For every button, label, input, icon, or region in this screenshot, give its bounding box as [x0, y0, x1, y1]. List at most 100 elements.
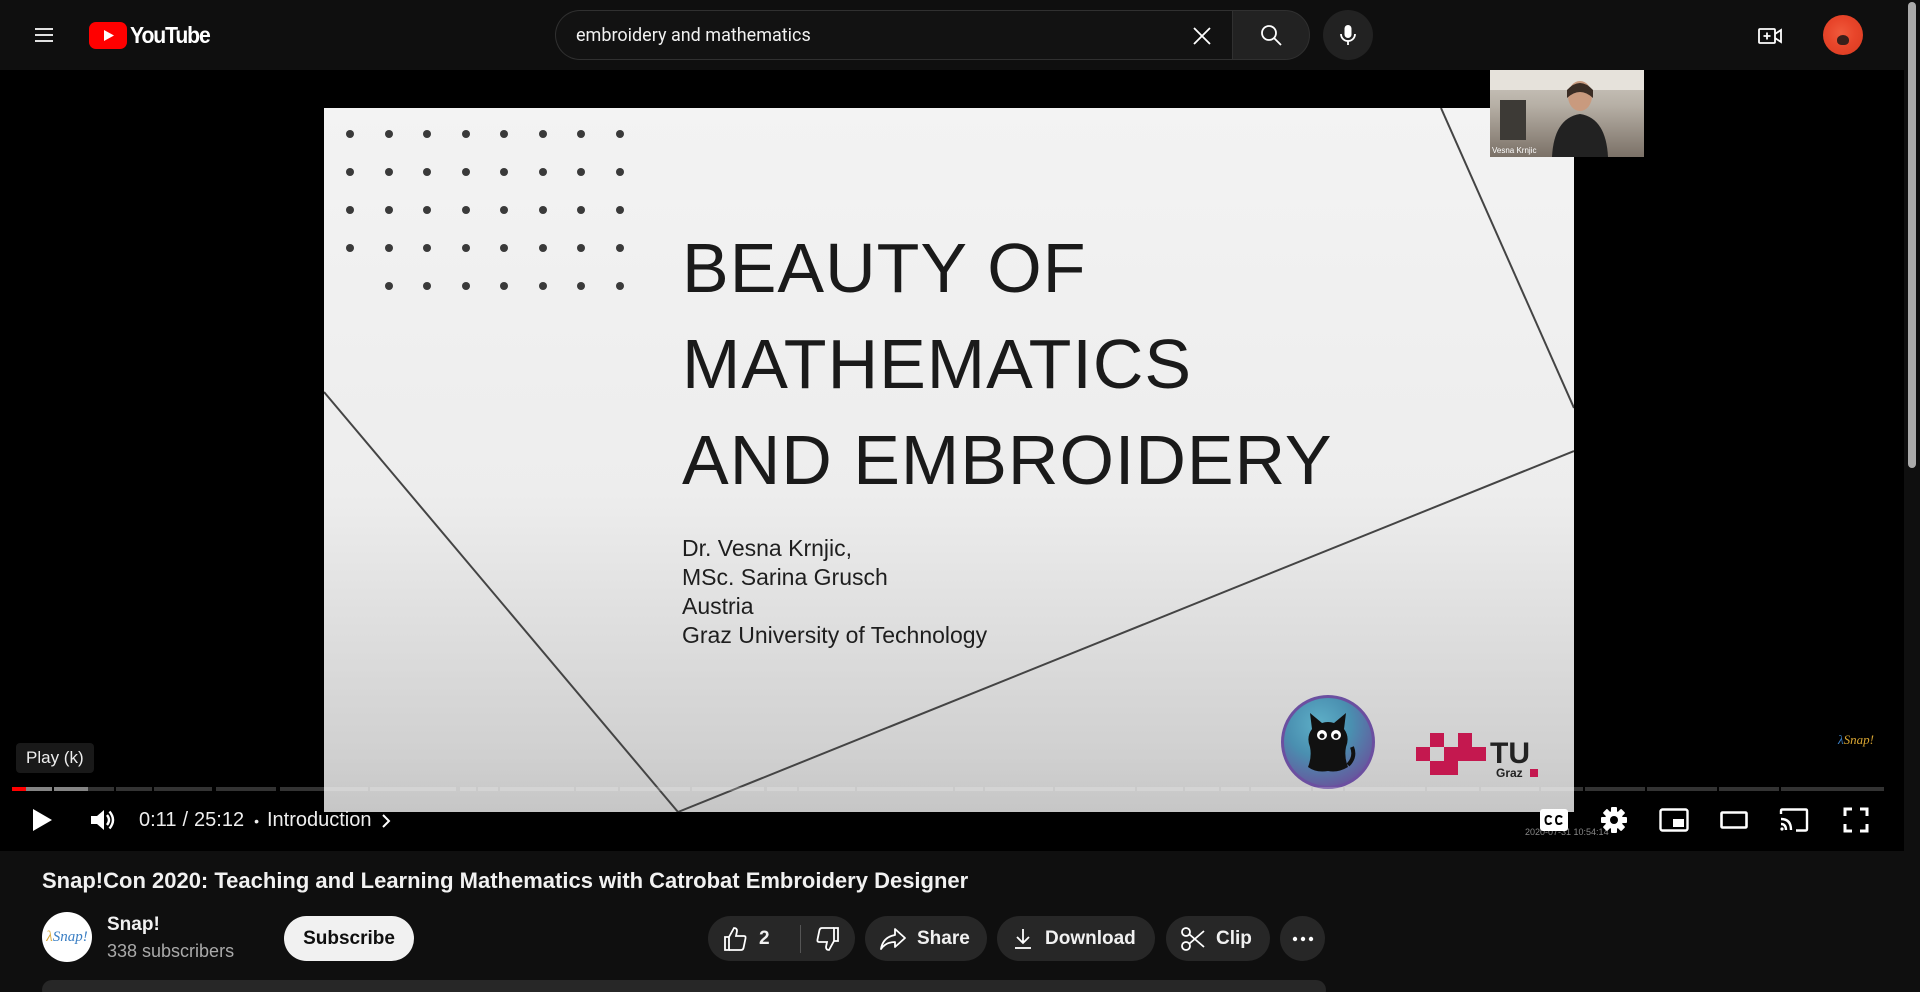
description-box[interactable]	[42, 980, 1326, 992]
slide-dot	[538, 168, 547, 176]
thumbs-up-icon	[724, 926, 747, 951]
account-avatar[interactable]	[1823, 15, 1863, 55]
youtube-logo[interactable]: YouTube	[89, 21, 217, 49]
progress-chapter-segment[interactable]	[478, 787, 498, 791]
progress-chapter-segment[interactable]	[955, 787, 983, 791]
slide-title: BEAUTY OF MATHEMATICS AND EMBROIDERY	[682, 220, 1333, 508]
progress-chapter-segment[interactable]	[116, 787, 152, 791]
progress-chapter-segment[interactable]	[767, 787, 797, 791]
progress-chapter-segment[interactable]	[1185, 787, 1219, 791]
slide-dot	[615, 244, 624, 252]
gear-icon	[1601, 807, 1627, 833]
channel-name[interactable]: Snap!	[107, 914, 160, 936]
progress-chapter-segment[interactable]	[216, 787, 276, 791]
tu-graz-logo: TU Graz	[1416, 733, 1538, 780]
voice-search-button[interactable]	[1323, 10, 1373, 60]
channel-avatar[interactable]: λ Snap!	[42, 912, 92, 962]
scrollbar-thumb[interactable]	[1908, 2, 1916, 468]
settings-button[interactable]	[1590, 796, 1638, 844]
slide-dot	[461, 244, 470, 252]
slide-dot	[346, 130, 354, 138]
player-controls: 0:11 / 25:12 • Introduction	[0, 796, 1904, 844]
progress-chapter-segment[interactable]	[154, 787, 212, 791]
subscribe-button[interactable]: Subscribe	[284, 916, 414, 961]
chapter-title-button[interactable]: Introduction	[267, 809, 372, 832]
guide-menu-button[interactable]	[24, 15, 64, 55]
slide-dot	[577, 206, 585, 214]
video-player[interactable]: BEAUTY OF MATHEMATICS AND EMBROIDERY Dr.…	[0, 70, 1904, 851]
play-button[interactable]	[18, 796, 66, 844]
like-dislike-group: 2	[708, 916, 855, 961]
download-button[interactable]: Download	[997, 916, 1155, 961]
fullscreen-button[interactable]	[1832, 796, 1880, 844]
play-tooltip: Play (k)	[16, 743, 94, 773]
progress-chapter-segment[interactable]	[857, 787, 953, 791]
progress-chapter-segment[interactable]	[620, 787, 690, 791]
slide-dot-grid	[346, 130, 654, 320]
progress-chapter-segment[interactable]	[1427, 787, 1479, 791]
like-button[interactable]: 2	[708, 916, 800, 961]
miniplayer-button[interactable]	[1650, 796, 1698, 844]
progress-chapter-segment[interactable]	[799, 787, 855, 791]
progress-chapter-segment[interactable]	[1055, 787, 1135, 791]
progress-chapter-segment[interactable]	[1137, 787, 1183, 791]
slide-dot	[346, 168, 354, 176]
progress-chapter-segment[interactable]	[1541, 787, 1583, 791]
slide-dot	[461, 206, 470, 214]
more-actions-button[interactable]	[1280, 916, 1325, 961]
mute-button[interactable]	[78, 796, 126, 844]
search-input[interactable]	[556, 24, 1156, 46]
share-label: Share	[917, 927, 970, 949]
progress-chapter-segment[interactable]	[460, 787, 476, 791]
dislike-button[interactable]	[801, 916, 855, 961]
progress-bar[interactable]	[12, 787, 1884, 791]
slide-authors: Dr. Vesna Krnjic, MSc. Sarina Grusch Aus…	[682, 534, 987, 650]
slide-dot	[384, 130, 393, 138]
subtitles-button[interactable]	[1530, 796, 1578, 844]
presenter-name-label: Vesna Krnjic	[1492, 146, 1537, 155]
slide-dot	[577, 282, 585, 290]
progress-chapter-segment[interactable]	[1585, 787, 1645, 791]
presenter-webcam-overlay: Vesna Krnjic	[1490, 70, 1644, 157]
progress-chapter-segment[interactable]	[1251, 787, 1311, 791]
slide-dot	[384, 168, 393, 176]
progress-chapter-segment[interactable]	[692, 787, 764, 791]
download-icon	[1015, 928, 1031, 949]
catrobat-cat-logo	[1281, 695, 1375, 789]
progress-chapter-segment[interactable]	[1481, 787, 1539, 791]
time-display: 0:11 / 25:12 • Introduction	[139, 809, 392, 832]
clip-button[interactable]: Clip	[1166, 916, 1270, 961]
progress-chapter-segment[interactable]	[54, 787, 114, 791]
progress-chapter-segment[interactable]	[500, 787, 574, 791]
chevron-right-icon[interactable]	[380, 812, 392, 830]
theater-mode-button[interactable]	[1710, 796, 1758, 844]
create-button[interactable]	[1749, 15, 1791, 57]
progress-chapter-segment[interactable]	[1345, 787, 1425, 791]
video-title: Snap!Con 2020: Teaching and Learning Mat…	[42, 868, 969, 893]
cast-icon	[1779, 808, 1809, 832]
time-duration: 25:12	[194, 809, 245, 831]
clear-search-button[interactable]	[1182, 16, 1222, 56]
miniplayer-icon	[1659, 808, 1689, 832]
progress-chapter-segment[interactable]	[1781, 787, 1884, 791]
progress-chapter-segment[interactable]	[370, 787, 456, 791]
slide-dot	[538, 282, 547, 290]
share-button[interactable]: Share	[865, 916, 987, 961]
cast-button[interactable]	[1770, 796, 1818, 844]
progress-chapter-segment[interactable]	[985, 787, 1053, 791]
progress-chapter-segment[interactable]	[1221, 787, 1249, 791]
progress-chapter-segment[interactable]	[1647, 787, 1717, 791]
fullscreen-icon	[1843, 807, 1869, 833]
slide-author-line: MSc. Sarina Grusch	[682, 564, 888, 590]
page-scrollbar[interactable]	[1904, 0, 1920, 992]
slide-dot	[500, 206, 508, 214]
progress-chapter-segment[interactable]	[280, 787, 368, 791]
progress-chapter-segment[interactable]	[12, 787, 52, 791]
microphone-icon	[1340, 25, 1356, 45]
progress-chapter-segment[interactable]	[1313, 787, 1343, 791]
progress-chapter-segment[interactable]	[1719, 787, 1779, 791]
search-box	[555, 10, 1232, 60]
progress-chapter-segment[interactable]	[576, 787, 618, 791]
slide-dot	[500, 168, 508, 176]
search-button[interactable]	[1232, 10, 1310, 60]
